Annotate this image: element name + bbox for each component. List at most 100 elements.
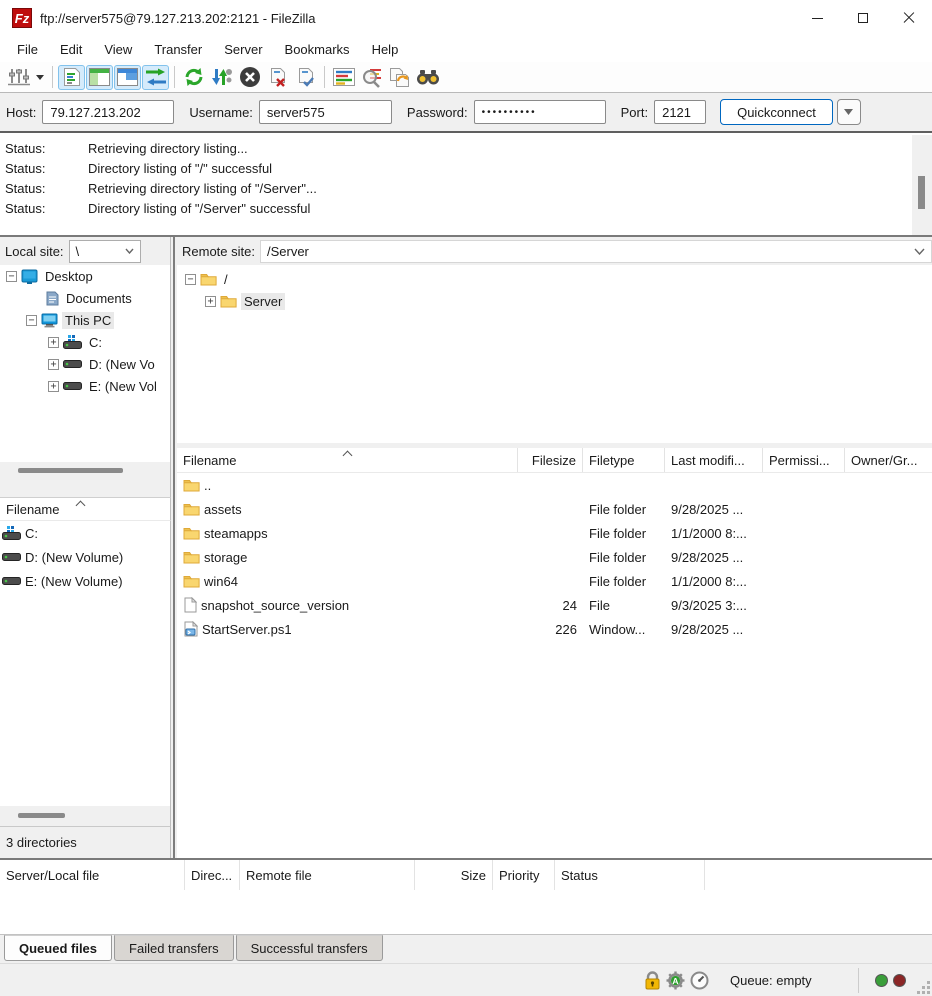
speed-limits-icon[interactable]: [690, 971, 709, 990]
minus-icon[interactable]: −: [6, 271, 17, 282]
remote-file-row[interactable]: snapshot_source_version 24 File 9/3/2025…: [177, 593, 932, 617]
file-type: File: [583, 598, 665, 613]
column-last-modified[interactable]: Last modifi...: [665, 448, 763, 472]
file-name: ..: [204, 478, 211, 493]
menu-transfer[interactable]: Transfer: [143, 39, 213, 60]
directory-comparison-button[interactable]: [358, 65, 385, 90]
menu-view[interactable]: View: [93, 39, 143, 60]
refresh-button[interactable]: [180, 65, 207, 90]
minus-icon[interactable]: −: [26, 315, 37, 326]
file-name: storage: [204, 550, 247, 565]
remote-file-row[interactable]: ..: [177, 473, 932, 497]
toggle-remote-tree-button[interactable]: [114, 65, 141, 90]
directory-filter-button[interactable]: [330, 65, 357, 90]
remote-file-row[interactable]: storage File folder 9/28/2025 ...: [177, 545, 932, 569]
column-priority[interactable]: Priority: [493, 860, 555, 890]
menu-server[interactable]: Server: [213, 39, 273, 60]
tab-queued-files[interactable]: Queued files: [4, 935, 112, 961]
minimize-button[interactable]: [794, 0, 840, 36]
log-message: Directory listing of "/Server" successfu…: [88, 201, 310, 216]
local-site-combo[interactable]: \: [69, 240, 141, 263]
host-input[interactable]: 79.127.213.202: [42, 100, 174, 124]
username-input[interactable]: server575: [259, 100, 392, 124]
remote-file-row[interactable]: assets File folder 9/28/2025 ...: [177, 497, 932, 521]
transfer-settings-gear-icon[interactable]: A: [666, 971, 685, 990]
column-direction[interactable]: Direc...: [185, 860, 240, 890]
reconnect-button[interactable]: [292, 65, 319, 90]
remote-site-combo[interactable]: /Server: [260, 240, 932, 263]
plus-icon[interactable]: +: [48, 359, 59, 370]
plus-icon[interactable]: +: [48, 337, 59, 348]
tree-item-desktop[interactable]: − Desktop: [0, 265, 170, 287]
toggle-message-log-button[interactable]: [58, 65, 85, 90]
column-status[interactable]: Status: [555, 860, 705, 890]
tree-item-this-pc[interactable]: − This PC: [0, 309, 170, 331]
title-bar: Fz ftp://server575@79.127.213.202:2121 -…: [0, 0, 932, 36]
documents-icon: [46, 291, 59, 306]
port-input[interactable]: 2121: [654, 100, 706, 124]
tree-item-documents[interactable]: Documents: [0, 287, 170, 309]
local-file-name: C:: [25, 526, 38, 541]
local-file-row[interactable]: D: (New Volume): [0, 545, 170, 569]
tree-item-server[interactable]: + Server: [177, 290, 932, 312]
tab-successful-transfers[interactable]: Successful transfers: [236, 935, 383, 961]
column-permissions[interactable]: Permissi...: [763, 448, 845, 472]
column-size[interactable]: Size: [415, 860, 493, 890]
tree-item-drive-c[interactable]: + C:: [0, 331, 170, 353]
column-remote-file[interactable]: Remote file: [240, 860, 415, 890]
site-manager-dropdown[interactable]: [33, 65, 47, 90]
plus-icon[interactable]: +: [48, 381, 59, 392]
column-owner-group[interactable]: Owner/Gr...: [845, 448, 932, 472]
plus-icon[interactable]: +: [205, 296, 216, 307]
log-message: Directory listing of "/" successful: [88, 161, 272, 176]
quickconnect-dropdown[interactable]: [837, 99, 861, 125]
local-file-row[interactable]: E: (New Volume): [0, 569, 170, 593]
maximize-button[interactable]: [840, 0, 886, 36]
local-tree: − Desktop Documents − This PC + C:: [0, 265, 171, 462]
local-tree-hscrollbar[interactable]: [0, 462, 171, 497]
remote-file-row[interactable]: steamapps File folder 1/1/2000 8:...: [177, 521, 932, 545]
synchronized-browsing-button[interactable]: [386, 65, 413, 90]
minus-icon[interactable]: −: [185, 274, 196, 285]
close-button[interactable]: [886, 0, 932, 36]
find-files-button[interactable]: [414, 65, 441, 90]
tree-item-root[interactable]: − /: [177, 268, 932, 290]
quickconnect-button[interactable]: Quickconnect: [720, 99, 833, 125]
column-filesize[interactable]: Filesize: [518, 448, 583, 472]
secure-connection-lock-icon[interactable]: [644, 971, 661, 990]
queue-header: Server/Local file Direc... Remote file S…: [0, 860, 932, 890]
sync-browsing-icon: [389, 67, 410, 88]
toolbar: [0, 62, 932, 93]
scrollbar-thumb[interactable]: [918, 176, 925, 209]
process-queue-button[interactable]: [208, 65, 235, 90]
tree-item-drive-e[interactable]: + E: (New Vol: [0, 375, 170, 397]
toggle-transfer-queue-button[interactable]: [142, 65, 169, 90]
cancel-operation-button[interactable]: [236, 65, 263, 90]
menu-file[interactable]: File: [6, 39, 49, 60]
menu-edit[interactable]: Edit: [49, 39, 93, 60]
scrollbar-thumb[interactable]: [18, 813, 65, 818]
local-file-row[interactable]: C:: [0, 521, 170, 545]
site-manager-button[interactable]: [5, 65, 32, 90]
column-filetype[interactable]: Filetype: [583, 448, 665, 472]
column-server-local-file[interactable]: Server/Local file: [0, 860, 185, 890]
menu-bookmarks[interactable]: Bookmarks: [274, 39, 361, 60]
disconnect-button[interactable]: [264, 65, 291, 90]
local-file-list: C: D: (New Volume) E: (New Volume): [0, 521, 171, 806]
folder-icon: [183, 502, 200, 516]
menu-help[interactable]: Help: [361, 39, 410, 60]
folder-icon: [183, 550, 200, 564]
local-list-hscrollbar[interactable]: [0, 806, 171, 826]
port-label: Port:: [621, 105, 648, 120]
password-input[interactable]: ••••••••••: [474, 100, 606, 124]
toggle-local-tree-button[interactable]: [86, 65, 113, 90]
tree-item-drive-d[interactable]: + D: (New Vo: [0, 353, 170, 375]
resize-grip-icon[interactable]: [916, 980, 930, 994]
remote-file-row[interactable]: win64 File folder 1/1/2000 8:...: [177, 569, 932, 593]
message-log-scrollbar[interactable]: [912, 135, 932, 235]
receive-indicator-light: [875, 974, 888, 987]
scrollbar-thumb[interactable]: [18, 468, 123, 473]
remote-file-row[interactable]: StartServer.ps1 226 Window... 9/28/2025 …: [177, 617, 932, 641]
drive-icon: [63, 382, 82, 391]
tab-failed-transfers[interactable]: Failed transfers: [114, 935, 234, 961]
